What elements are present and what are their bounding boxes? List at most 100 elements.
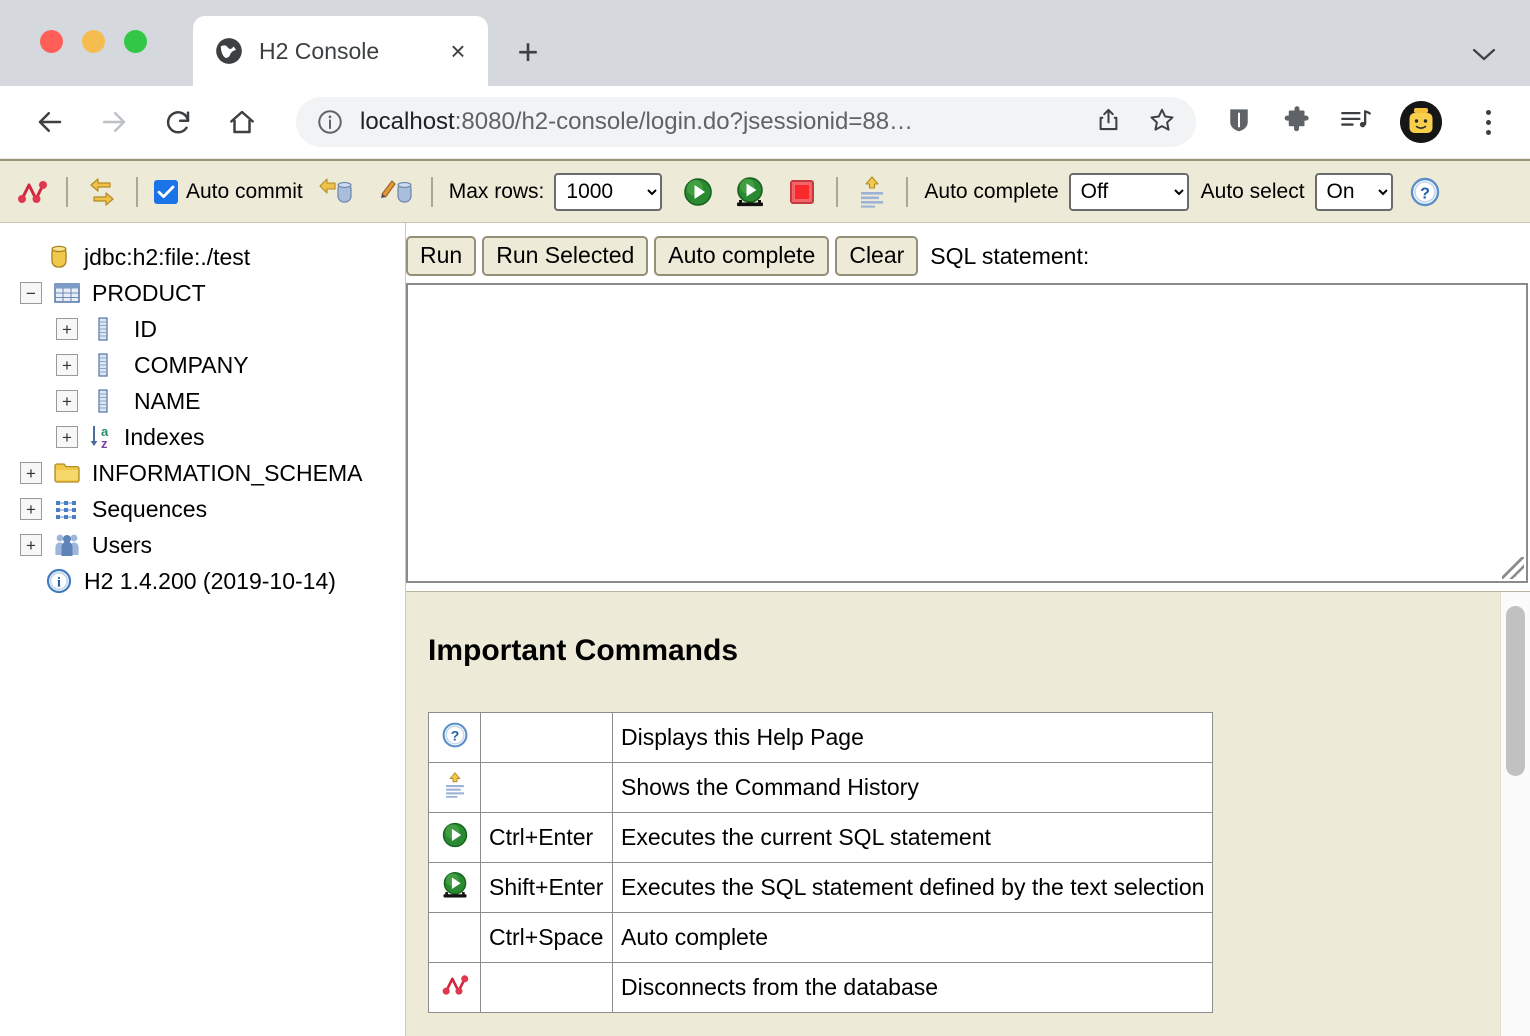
tree-item-product[interactable]: − PRODUCT xyxy=(10,275,405,311)
refresh-icon[interactable] xyxy=(84,174,120,210)
tree-item-indexes[interactable]: + a z Indexes xyxy=(10,419,405,455)
history-icon[interactable] xyxy=(854,174,890,210)
tree-item-version[interactable]: i H2 1.4.200 (2019-10-14) xyxy=(10,563,405,599)
help-icon[interactable]: ? xyxy=(441,728,469,754)
tree-item-users[interactable]: + Users xyxy=(10,527,405,563)
max-rows-label: Max rows: xyxy=(449,180,545,204)
omnibox-actions xyxy=(1075,106,1176,139)
row-description-cell: Executes the current SQL statement xyxy=(613,813,1213,863)
tree-item-label: Sequences xyxy=(92,496,207,523)
row-icon-cell xyxy=(429,813,481,863)
sql-statement-textarea[interactable] xyxy=(406,283,1528,583)
profile-avatar[interactable] xyxy=(1400,101,1442,143)
forward-button[interactable] xyxy=(90,98,138,146)
disconnect-icon[interactable] xyxy=(14,174,50,210)
sql-editor-wrap xyxy=(406,277,1530,583)
row-shortcut-cell: Ctrl+Space xyxy=(481,913,613,963)
database-tree-sidebar: jdbc:h2:file:./test − PRODUCT + xyxy=(0,223,406,1036)
maximize-window-button[interactable] xyxy=(124,30,147,53)
auto-select-select[interactable]: On xyxy=(1315,173,1393,211)
table-row: Shift+Enter Executes the SQL statement d… xyxy=(429,863,1213,913)
globe-icon xyxy=(215,37,243,65)
reload-button[interactable] xyxy=(154,98,202,146)
run-selected-icon[interactable] xyxy=(732,174,768,210)
results-scrollbar-thumb[interactable] xyxy=(1506,606,1525,776)
tree-toggle-minus[interactable]: − xyxy=(20,282,42,304)
results-content: Important Commands ? xyxy=(406,592,1500,1036)
column-icon xyxy=(88,352,118,378)
media-playlist-icon[interactable] xyxy=(1340,106,1372,139)
new-tab-button[interactable]: + xyxy=(502,26,554,78)
home-button[interactable] xyxy=(218,98,266,146)
extension-icons xyxy=(1224,101,1506,143)
tree-toggle-plus[interactable]: + xyxy=(56,354,78,376)
auto-complete-button[interactable]: Auto complete xyxy=(654,236,829,275)
textarea-resize-handle[interactable] xyxy=(1502,557,1524,579)
password-manager-icon[interactable] xyxy=(1224,105,1254,140)
tree-item-sequences[interactable]: + Sequences xyxy=(10,491,405,527)
browser-tab[interactable]: H2 Console × xyxy=(193,16,488,86)
disconnect-icon[interactable] xyxy=(440,978,470,1004)
help-icon[interactable]: ? xyxy=(1407,174,1443,210)
tree-item-name[interactable]: + NAME xyxy=(10,383,405,419)
window-controls[interactable] xyxy=(40,30,147,53)
tree-item-label: Indexes xyxy=(124,424,205,451)
minimize-window-button[interactable] xyxy=(82,30,105,53)
tree-item-company[interactable]: + COMPANY xyxy=(10,347,405,383)
tree-item-connection[interactable]: jdbc:h2:file:./test xyxy=(10,239,405,275)
rollback-icon[interactable] xyxy=(319,174,355,210)
toolbar-divider xyxy=(431,177,433,207)
tree-toggle-plus[interactable]: + xyxy=(20,462,42,484)
run-icon[interactable] xyxy=(440,829,470,855)
commit-icon[interactable] xyxy=(379,174,415,210)
address-bar[interactable]: localhost:8080/h2-console/login.do?jsess… xyxy=(296,97,1196,147)
toolbar-divider xyxy=(136,177,138,207)
tree-toggle-plus[interactable]: + xyxy=(56,426,78,448)
important-commands-table: ? Displays this Help Page xyxy=(428,712,1213,1013)
max-rows-select[interactable]: 1000 xyxy=(554,173,662,211)
clear-button[interactable]: Clear xyxy=(835,236,918,275)
tab-list-chevron-down-icon[interactable] xyxy=(1472,42,1496,68)
column-icon xyxy=(88,316,118,342)
main-panel: Run Run Selected Auto complete Clear SQL… xyxy=(406,223,1530,1036)
share-icon[interactable] xyxy=(1095,106,1122,138)
h2-console-page: Auto commit Max rows: 1000 xyxy=(0,159,1530,1036)
h2-toolbar: Auto commit Max rows: 1000 xyxy=(0,161,1530,223)
run-icon[interactable] xyxy=(680,174,716,210)
row-icon-cell: ? xyxy=(429,713,481,763)
results-scrollbar[interactable] xyxy=(1500,592,1530,1036)
bookmark-star-icon[interactable] xyxy=(1148,106,1176,139)
row-description-cell: Executes the SQL statement defined by th… xyxy=(613,863,1213,913)
back-button[interactable] xyxy=(26,98,74,146)
close-tab-icon[interactable]: × xyxy=(444,37,472,65)
browser-window: H2 Console × + xyxy=(0,0,1530,1036)
table-icon xyxy=(52,282,82,304)
extensions-puzzle-icon[interactable] xyxy=(1282,105,1312,140)
tree-item-id[interactable]: + ID xyxy=(10,311,405,347)
svg-text:?: ? xyxy=(450,727,459,743)
run-button[interactable]: Run xyxy=(406,236,476,275)
tree-item-label: Users xyxy=(92,532,152,559)
tree-toggle-plus[interactable]: + xyxy=(20,534,42,556)
tree-item-information-schema[interactable]: + INFORMATION_SCHEMA xyxy=(10,455,405,491)
row-icon-cell xyxy=(429,913,481,963)
auto-select-label: Auto select xyxy=(1201,180,1305,204)
auto-complete-select[interactable]: Off xyxy=(1069,173,1189,211)
sequences-icon xyxy=(52,497,82,521)
tree-toggle-plus[interactable]: + xyxy=(20,498,42,520)
history-icon[interactable] xyxy=(442,779,468,805)
tree-toggle-plus[interactable]: + xyxy=(56,390,78,412)
toolbar-divider xyxy=(66,177,68,207)
run-selected-icon[interactable] xyxy=(440,880,470,906)
close-window-button[interactable] xyxy=(40,30,63,53)
stop-icon[interactable] xyxy=(784,174,820,210)
browser-menu-icon[interactable] xyxy=(1470,110,1506,135)
tree-toggle-plus[interactable]: + xyxy=(56,318,78,340)
info-icon: i xyxy=(44,568,74,594)
auto-commit-checkbox[interactable] xyxy=(154,180,178,204)
site-info-icon[interactable] xyxy=(316,108,344,136)
svg-text:i: i xyxy=(57,576,61,591)
database-icon xyxy=(44,244,74,270)
run-selected-button[interactable]: Run Selected xyxy=(482,236,648,275)
tree-item-label: COMPANY xyxy=(134,352,249,379)
